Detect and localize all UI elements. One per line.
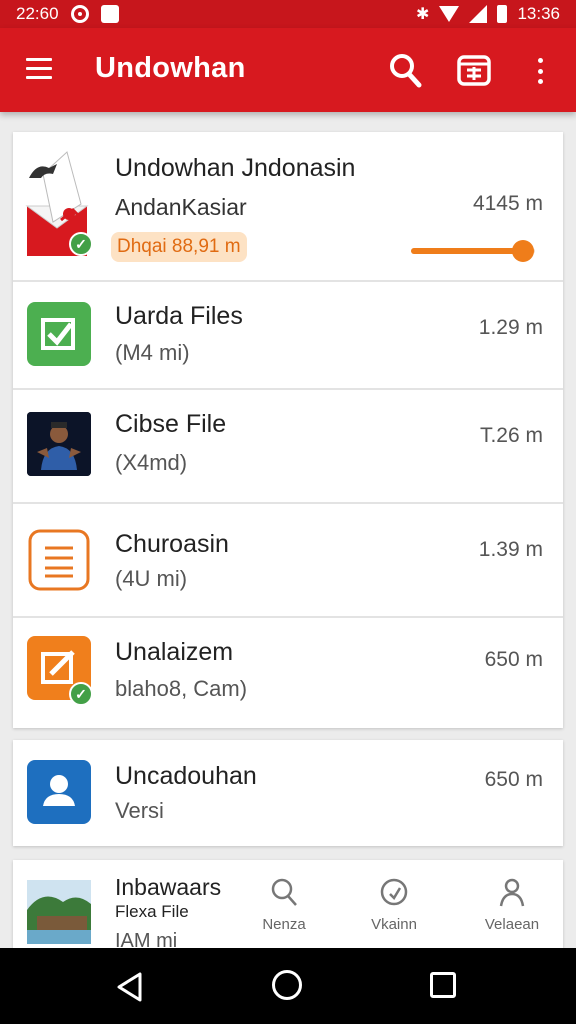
item-title: Unalaizem bbox=[115, 638, 234, 666]
app-bar: Undowhan bbox=[0, 28, 576, 112]
notification-icon bbox=[100, 5, 119, 23]
item-title: Churoasin bbox=[115, 530, 229, 558]
document-icon bbox=[28, 529, 90, 591]
download-item[interactable]: ✓ Undowhan Jndonasin AndanKasiar Dhqai 8… bbox=[13, 132, 563, 282]
person-photo-icon bbox=[27, 412, 91, 476]
progress-knob[interactable] bbox=[511, 240, 534, 262]
nav-item-refresh[interactable]: Vkainn bbox=[354, 876, 434, 933]
download-item[interactable]: Cibse File (X4md) T.26 m bbox=[13, 390, 563, 504]
status-badge: Dhqai 88,91 m bbox=[111, 232, 247, 262]
sync-icon bbox=[70, 5, 89, 23]
item-title: Undowhan Jndonasin bbox=[115, 154, 356, 182]
app-title: Undowhan bbox=[95, 52, 246, 84]
item-size: 650 m bbox=[484, 648, 543, 671]
signal-icon bbox=[469, 5, 488, 23]
nav-label: Nenza bbox=[262, 916, 306, 933]
status-time-right: 13:36 bbox=[517, 4, 560, 23]
screen: 22:60 ✱ 13:36 Undowhan ✓ Undowhan Jndona… bbox=[0, 0, 576, 1024]
item-size: 4145 m bbox=[472, 192, 543, 215]
vibrate-icon: ✱ bbox=[416, 6, 430, 23]
item-subtitle: Versi bbox=[115, 798, 164, 823]
item-subtitle: AndanKasiar bbox=[115, 194, 247, 220]
nav-label: Vkainn bbox=[371, 916, 417, 933]
user-icon bbox=[27, 760, 91, 824]
nav-item-search[interactable]: Nenza bbox=[244, 876, 324, 933]
item-subtitle: (4U mi) bbox=[115, 566, 188, 591]
item-title: Uncadouhan bbox=[115, 762, 257, 790]
item-title: Cibse File bbox=[115, 410, 227, 438]
item-title: Inbawaars bbox=[115, 874, 222, 900]
system-nav-bar bbox=[0, 948, 576, 1024]
item-size: 1.29 m bbox=[478, 316, 543, 339]
more-vert-icon[interactable] bbox=[528, 54, 552, 88]
item-title: Uarda Files bbox=[115, 302, 243, 330]
item-size: 1.39 m bbox=[478, 538, 543, 561]
item-subtitle: (X4md) bbox=[115, 450, 188, 475]
item-subtitle: Flexa File bbox=[115, 902, 189, 921]
calendar-icon[interactable] bbox=[456, 52, 492, 88]
battery-icon bbox=[497, 5, 508, 23]
search-icon[interactable] bbox=[388, 52, 422, 88]
menu-icon[interactable] bbox=[26, 58, 52, 80]
status-time-left: 22:60 bbox=[16, 4, 59, 23]
home-icon[interactable] bbox=[272, 970, 302, 1000]
item-subtitle-secondary: IAM mi bbox=[115, 930, 178, 948]
verified-check-icon: ✓ bbox=[69, 682, 93, 706]
item-subtitle: blaho8, Cam) bbox=[115, 676, 248, 701]
downloads-card: Uncadouhan Versi 650 m bbox=[13, 740, 563, 846]
green-check-icon bbox=[27, 302, 91, 366]
landscape-photo-icon bbox=[27, 880, 91, 944]
recents-icon[interactable] bbox=[430, 972, 456, 998]
item-size: 650 m bbox=[484, 768, 543, 791]
download-item[interactable]: Uarda Files (M4 mi) 1.29 m bbox=[13, 282, 563, 390]
item-subtitle: (M4 mi) bbox=[115, 340, 190, 365]
person-icon bbox=[499, 878, 525, 907]
nav-label: Velaean bbox=[484, 916, 540, 933]
download-item[interactable]: Churoasin (4U mi) 1.39 m bbox=[13, 504, 563, 618]
search-icon bbox=[271, 878, 297, 906]
verified-check-icon: ✓ bbox=[69, 232, 93, 256]
refresh-icon bbox=[380, 878, 408, 906]
progress-fill bbox=[411, 248, 523, 254]
wifi-icon bbox=[439, 6, 460, 22]
download-item[interactable]: ✓ Unalaizem blaho8, Cam) 650 m bbox=[13, 618, 563, 728]
item-size: T.26 m bbox=[479, 424, 543, 447]
downloads-card: ✓ Undowhan Jndonasin AndanKasiar Dhqai 8… bbox=[13, 132, 563, 728]
back-icon[interactable] bbox=[116, 972, 144, 1002]
status-bar: 22:60 ✱ 13:36 bbox=[0, 0, 576, 28]
nav-item-profile[interactable]: Velaean bbox=[472, 876, 552, 933]
download-item[interactable]: Uncadouhan Versi 650 m bbox=[13, 740, 563, 846]
download-progress-bar[interactable] bbox=[411, 240, 535, 262]
